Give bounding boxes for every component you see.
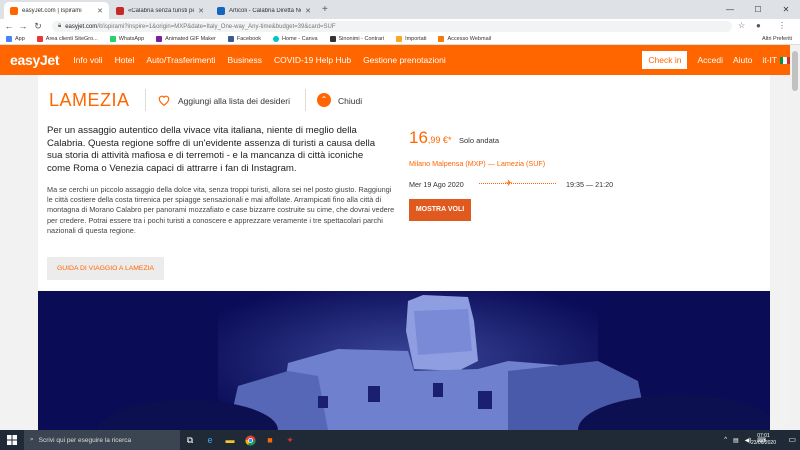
url-host: easyjet.com — [65, 23, 98, 30]
windows-start-icon[interactable] — [0, 430, 24, 450]
lock-icon: 🔒︎ — [58, 23, 62, 29]
nav-gestione-prenotazioni[interactable]: Gestione prenotazioni — [363, 55, 446, 65]
address-bar[interactable]: 🔒︎ easyjet.com /it/ispirami?inspire=1&or… — [52, 21, 732, 32]
back-icon[interactable]: ← — [4, 20, 14, 32]
flight-route: Milano Malpensa (MXP) — Lamezia (SUF) — [409, 159, 546, 168]
help-link[interactable]: Aiuto — [733, 55, 752, 65]
checkin-button[interactable]: Check in — [642, 51, 688, 69]
task-view-icon[interactable]: ⧉ — [180, 430, 200, 450]
other-bookmarks[interactable]: Altri Preferiti — [762, 36, 792, 42]
lead-paragraph: Per un assaggio autentico della vivace v… — [47, 125, 376, 174]
easyjet-favicon-icon — [10, 6, 18, 15]
facebook-icon — [227, 35, 234, 42]
news-favicon-icon — [217, 6, 225, 15]
network-icon[interactable]: ▤ — [733, 437, 739, 444]
nav-info-voli[interactable]: Info voli — [73, 55, 102, 65]
close-tab-icon[interactable]: ✕ — [97, 7, 103, 15]
italy-flag-icon — [780, 56, 790, 64]
bookmark-sitegro[interactable]: Area clienti SiteGro... — [36, 35, 98, 42]
flight-date: Mer 19 Ago 2020 — [409, 180, 464, 189]
plane-icon: ✈ — [505, 178, 513, 188]
new-tab-icon[interactable]: + — [322, 4, 328, 15]
nav-auto-trasferimenti[interactable]: Auto/Trasferimenti — [146, 55, 215, 65]
show-flights-button[interactable]: MOSTRA VOLI — [409, 199, 471, 221]
forward-icon[interactable]: → — [18, 20, 28, 32]
bookmark-app[interactable]: App — [6, 35, 25, 42]
store-icon[interactable]: ■ — [260, 430, 280, 450]
file-explorer-icon[interactable]: ▬ — [220, 430, 240, 450]
browser-tab-bar: easyJet.com | Ispirami ✕ «Calabria senza… — [0, 0, 800, 19]
bookmark-facebook[interactable]: Facebook — [227, 35, 261, 42]
nav-business[interactable]: Business — [228, 55, 263, 65]
price: 16,99 €* — [409, 128, 452, 147]
browser-toolbar: ← → ↻ 🔒︎ easyjet.com /it/ispirami?inspir… — [0, 19, 800, 33]
news-favicon-icon — [116, 6, 124, 15]
chevron-up-icon[interactable]: ^ — [724, 437, 727, 443]
browser-tab-calabria[interactable]: «Calabria senza turisti per mafia» ✕ — [110, 2, 210, 19]
notification-icon[interactable]: ▭ — [788, 435, 796, 444]
url-path: /it/ispirami?inspire=1&origin=MXP&date=I… — [97, 23, 336, 30]
folder-icon — [396, 35, 403, 42]
site-nav: easyJet Info voli Hotel Auto/Trasferimen… — [0, 45, 800, 75]
destination-card: LAMEZIA Aggiungi alla lista dei desideri… — [38, 75, 770, 430]
flight-times: 19:35 — 21:20 — [566, 180, 614, 189]
scroll-thumb[interactable] — [792, 51, 798, 91]
profile-icon[interactable]: ● — [756, 21, 761, 30]
close-tab-icon[interactable]: ✕ — [305, 7, 311, 15]
maximize-icon[interactable]: ☐ — [744, 0, 772, 19]
sitegro-icon — [36, 35, 43, 42]
whatsapp-icon — [109, 35, 116, 42]
heart-icon[interactable] — [157, 93, 171, 107]
bookmark-canva[interactable]: Home - Canva — [273, 35, 318, 42]
wishlist-link[interactable]: Aggiungi alla lista dei desideri — [178, 96, 290, 106]
apps-icon — [6, 35, 12, 42]
divider — [305, 89, 306, 111]
castle-ruins-image — [38, 291, 770, 430]
webmail-icon — [438, 35, 445, 42]
chrome-icon[interactable] — [240, 430, 260, 450]
route-line — [479, 183, 556, 184]
divider — [145, 89, 146, 111]
taskbar-search[interactable]: ⌕ Scrivi qui per eseguire la ricerca — [24, 430, 180, 450]
browser-tab-easyjet[interactable]: easyJet.com | Ispirami ✕ — [4, 2, 109, 19]
bookmarks-bar: App Area clienti SiteGro... WhatsApp Ani… — [0, 33, 800, 45]
page-scrollbar[interactable] — [790, 45, 800, 430]
edge-icon[interactable]: e — [200, 430, 220, 450]
sinonimi-icon — [329, 35, 336, 42]
minimize-icon[interactable]: — — [716, 0, 744, 19]
destination-title: LAMEZIA — [49, 90, 130, 110]
reload-icon[interactable]: ↻ — [33, 20, 43, 32]
easyjet-logo[interactable]: easyJet — [10, 52, 60, 68]
close-link[interactable]: Chiudi — [338, 96, 362, 106]
app-icon[interactable]: ✦ — [280, 430, 300, 450]
price-note: Solo andata — [459, 136, 500, 145]
close-tab-icon[interactable]: ✕ — [198, 7, 204, 15]
bookmark-webmail[interactable]: Accesso Webmail — [438, 35, 491, 42]
canva-icon — [273, 35, 280, 42]
body-paragraph: Ma se cerchi un piccolo assaggio della d… — [47, 185, 395, 235]
close-window-icon[interactable]: ✕ — [772, 0, 800, 19]
nav-covid-hub[interactable]: COVID-19 Help Hub — [274, 55, 351, 65]
bookmark-sinonimi[interactable]: Sinonimi - Contrari — [329, 35, 384, 42]
travel-guide-button[interactable]: GUIDA DI VIAGGIO A LAMEZIA — [47, 257, 164, 280]
chevron-up-icon[interactable]: ⌃ — [317, 93, 331, 107]
gif-maker-icon — [156, 35, 163, 42]
bookmark-whatsapp[interactable]: WhatsApp — [109, 35, 144, 42]
nav-hotel[interactable]: Hotel — [115, 55, 135, 65]
bookmark-importati[interactable]: Importati — [396, 35, 426, 42]
system-clock[interactable]: 07:01 23/06/2020 — [751, 433, 776, 447]
language-selector[interactable]: it-IT — [762, 55, 790, 65]
star-icon[interactable]: ☆ — [738, 21, 745, 30]
search-icon: ⌕ — [30, 436, 34, 443]
login-link[interactable]: Accedi — [697, 55, 723, 65]
menu-icon[interactable]: ⋮ — [778, 21, 786, 30]
browser-tab-articoli[interactable]: Articoli - Calabria Diretta News - ✕ — [211, 2, 317, 19]
taskbar: ⌕ Scrivi qui per eseguire la ricerca ⧉ e… — [0, 430, 800, 450]
bookmark-gif-maker[interactable]: Animated GIF Maker — [156, 35, 216, 42]
destination-photo — [38, 291, 770, 430]
